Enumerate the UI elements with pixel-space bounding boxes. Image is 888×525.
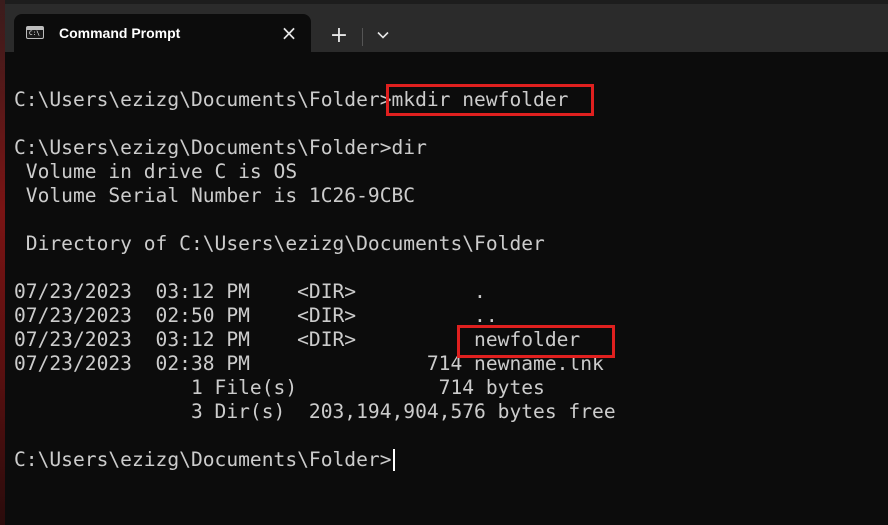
tab-command-prompt[interactable]: C:\ Command Prompt × <box>14 14 311 52</box>
terminal-line-cmd-mkdir: C:\Users\ezizg\Documents\Folder>mkdir ne… <box>14 88 569 111</box>
tab-title: Command Prompt <box>59 25 181 41</box>
terminal-line-volume-label: Volume in drive C is OS <box>14 160 298 183</box>
text-cursor <box>392 449 395 471</box>
terminal-line-dir-entry-newfolder: 07/23/2023 03:12 PM <DIR> newfolder <box>14 328 581 351</box>
title-bar: C:\ Command Prompt × + <box>5 4 888 52</box>
terminal-line-dir-summary: 3 Dir(s) 203,194,904,576 bytes free <box>14 400 616 423</box>
terminal-prompt: C:\Users\ezizg\Documents\Folder> <box>14 448 392 471</box>
terminal-line-volume-serial: Volume Serial Number is 1C26-9CBC <box>14 184 416 207</box>
cmd-icon-glyph: C:\ <box>29 30 40 37</box>
terminal-line-file-summary: 1 File(s) 714 bytes <box>14 376 545 399</box>
terminal-line-cmd-dir: C:\Users\ezizg\Documents\Folder>dir <box>14 136 427 159</box>
terminal-prompt-line[interactable]: C:\Users\ezizg\Documents\Folder> <box>14 448 884 472</box>
terminal-output[interactable]: C:\Users\ezizg\Documents\Folder>mkdir ne… <box>14 88 884 472</box>
terminal-window: C:\ Command Prompt × + C:\Users\ezizg\Do… <box>0 0 888 525</box>
close-icon[interactable]: × <box>276 20 302 46</box>
terminal-line-dir-entry-current: 07/23/2023 03:12 PM <DIR> . <box>14 280 486 303</box>
chevron-down-icon[interactable] <box>369 22 397 50</box>
terminal-line-dir-entry-parent: 07/23/2023 02:50 PM <DIR> .. <box>14 304 498 327</box>
desktop-background-left <box>0 0 5 525</box>
cmd-icon: C:\ <box>26 26 44 39</box>
plus-icon[interactable]: + <box>325 22 353 50</box>
terminal-line-file-entry-newname: 07/23/2023 02:38 PM 714 newname.lnk <box>14 352 604 375</box>
tab-divider <box>362 28 363 46</box>
terminal-line-directory-of: Directory of C:\Users\ezizg\Documents\Fo… <box>14 232 545 255</box>
